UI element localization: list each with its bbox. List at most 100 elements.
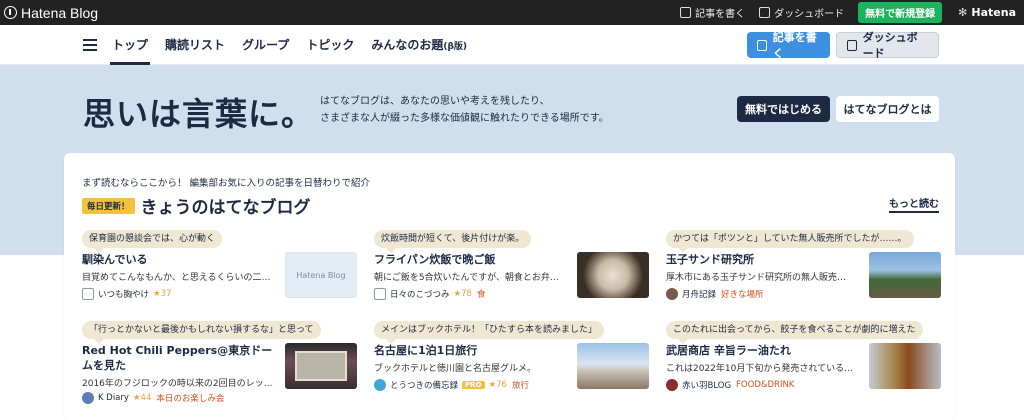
entry-meta: 月舟記録 好きな場所: [666, 288, 764, 300]
tab-themes-beta: (β版): [443, 42, 468, 52]
hatena-link[interactable]: ✻ Hatena: [958, 6, 1016, 19]
tab-subscriptions[interactable]: 購読リスト: [165, 25, 225, 65]
avatar: [374, 379, 386, 391]
tab-topics[interactable]: トピック: [306, 25, 354, 65]
sparkle-icon: ✻: [958, 6, 968, 19]
entry-desc: ブックホテルと徳川園と名古屋グルメ。: [374, 364, 537, 374]
entry-title[interactable]: Red Hot Chili Peppers@東京ドームを見た: [82, 343, 278, 373]
write-article-button[interactable]: 記事を書く: [747, 31, 830, 60]
tab-groups[interactable]: グループ: [242, 25, 289, 65]
entry-thumbnail[interactable]: [285, 343, 357, 389]
tab-themes-label: みんなのお題: [371, 38, 444, 52]
entry-thumbnail[interactable]: [577, 343, 649, 389]
avatar: [666, 288, 678, 300]
topbar-dashboard-link[interactable]: ダッシュボード: [759, 5, 844, 20]
about-button[interactable]: はてなブログとは: [836, 96, 939, 122]
entry-title[interactable]: 玉子サンド研究所: [666, 252, 862, 267]
blog-name[interactable]: 日々のこづつみ: [390, 288, 450, 300]
entry-card[interactable]: このたれに出会ってから、餃子を食べることが劇的に増えた 武居商店 辛旨ラー油たれ…: [666, 321, 941, 407]
entry-thumbnail[interactable]: [869, 252, 941, 298]
blog-name[interactable]: いつも胸やけ: [98, 288, 149, 300]
entry-card[interactable]: 炊飯時間が短くて、後片付けが楽。 フライパン炊飯で晩ご飯 朝にご飯を5合炊いたん…: [374, 230, 649, 316]
featured-heading: きょうのはてなブログ: [140, 198, 311, 218]
entry-desc: これは2022年10月下旬から発売されている…: [666, 364, 854, 374]
main-nav: トップ 購読リスト グループ トピック みんなのお題(β版) 記事を書く ダッシ…: [0, 25, 1024, 65]
entry-thumbnail[interactable]: Hatena Blog: [285, 252, 357, 298]
entry-meta: 日々のこづつみ ★78 食: [374, 288, 485, 300]
thumbnail-label: Hatena Blog: [296, 270, 346, 280]
entry-thumbnail[interactable]: [869, 343, 941, 389]
avatar: [82, 392, 94, 404]
tab-top[interactable]: トップ: [109, 25, 151, 65]
blog-name[interactable]: K Diary: [98, 393, 129, 403]
hero-desc-line1: はてなブログは、あなたの思いや考えを残したり、: [320, 96, 550, 107]
category-label[interactable]: 食: [477, 288, 486, 300]
dashboard-icon: [759, 7, 771, 18]
entry-title[interactable]: 馴染んでいる: [82, 252, 278, 267]
entry-card[interactable]: 保育園の懇談会では、心が動く 馴染んでいる 目覚めてこんなもんか、と思えるくらい…: [82, 230, 357, 316]
category-label[interactable]: 旅行: [512, 379, 529, 391]
category-label[interactable]: 好きな場所: [721, 288, 764, 300]
entry-meta: とうつきの備忘録 PRO ★76 旅行: [374, 379, 529, 391]
tab-themes[interactable]: みんなのお題(β版): [371, 25, 467, 65]
dashboard-button[interactable]: ダッシュボード: [836, 31, 939, 60]
menu-icon[interactable]: [83, 39, 97, 51]
entry-comment: 炊飯時間が短くて、後片付けが楽。: [374, 230, 532, 253]
read-more-link[interactable]: もっと読む: [889, 195, 939, 213]
star-count: ★76: [488, 380, 507, 390]
entry-comment: 「行っとかないと最後かもしれない損するな」と思って: [82, 321, 321, 344]
star-count: ★37: [153, 289, 172, 299]
hatena-label: Hatena: [971, 6, 1016, 19]
hatena-blog-logo[interactable]: Hatena Blog: [4, 5, 98, 21]
entry-comment: かつては「ポツンと」していた無人販売所でしたが……。: [666, 230, 914, 253]
featured-intro: まず読むならここから！ 編集部お気に入りの記事を日替わりで紹介: [82, 178, 371, 189]
topbar-write-label: 記事を書く: [695, 9, 746, 20]
pro-badge: PRO: [462, 381, 485, 389]
tab-subscriptions-label: 購読リスト: [165, 38, 226, 52]
tab-top-label: トップ: [112, 38, 149, 52]
top-bar: Hatena Blog 記事を書く ダッシュボード 無料で新規登録 ✻ Hate…: [0, 0, 1024, 25]
topbar-write-link[interactable]: 記事を書く: [680, 5, 745, 20]
featured-card: まず読むならここから！ 編集部お気に入りの記事を日替わりで紹介 毎日更新！ きょ…: [64, 153, 955, 420]
dashboard-label: ダッシュボード: [862, 31, 918, 60]
write-article-label: 記事を書く: [772, 31, 817, 60]
blog-name[interactable]: とうつきの備忘録: [390, 379, 458, 391]
avatar: [666, 379, 678, 391]
entry-card[interactable]: かつては「ポツンと」していた無人販売所でしたが……。 玉子サンド研究所 厚木市に…: [666, 230, 941, 316]
start-free-button[interactable]: 無料ではじめる: [737, 96, 830, 122]
pencil-icon: [757, 39, 767, 51]
category-label[interactable]: FOOD&DRINK: [736, 380, 794, 390]
blog-name[interactable]: 月舟記録: [682, 288, 716, 300]
logo-text: Hatena Blog: [21, 4, 99, 21]
blog-icon: [82, 288, 94, 300]
category-label[interactable]: 本日のお楽しみ会: [156, 392, 224, 404]
daily-badge: 毎日更新！: [82, 197, 135, 214]
entry-title[interactable]: 名古屋に1泊1日旅行: [374, 343, 570, 358]
entry-desc: 目覚めてこんなもんか、と思えるくらいの二…: [82, 273, 271, 283]
blog-icon: [374, 288, 386, 300]
entry-card[interactable]: メインはブックホテル！「ひたすら本を読みました」 名古屋に1泊1日旅行 ブックホ…: [374, 321, 649, 407]
entry-card[interactable]: 「行っとかないと最後かもしれない損するな」と思って Red Hot Chili …: [82, 321, 357, 407]
entry-desc: 2016年のフジロックの時以来の2回目のレッ…: [82, 379, 273, 389]
entry-title[interactable]: 武居商店 辛旨ラー油たれ: [666, 343, 862, 358]
hatena-logo-icon: [4, 6, 17, 19]
tab-topics-label: トピック: [306, 38, 355, 52]
entry-desc: 朝にご飯を5合炊いたんですが、朝食とお弁…: [374, 273, 559, 283]
entry-meta: 赤い羽BLOG FOOD&DRINK: [666, 379, 794, 391]
hero-desc-line2: さまざまな人が綴った多様な価値観に触れたりできる場所です。: [320, 113, 609, 124]
topbar-dashboard-label: ダッシュボード: [774, 9, 845, 20]
register-button[interactable]: 無料で新規登録: [858, 2, 943, 23]
pencil-icon: [680, 7, 692, 18]
entry-title[interactable]: フライパン炊飯で晩ご飯: [374, 252, 570, 267]
entry-thumbnail[interactable]: [577, 252, 649, 298]
hero-title: 思いは言葉に。: [83, 95, 315, 133]
star-count: ★44: [132, 393, 152, 403]
entry-comment: 保育園の懇談会では、心が動く: [82, 230, 223, 253]
entry-meta: K Diary ★44 本日のお楽しみ会: [82, 392, 224, 404]
tab-groups-label: グループ: [242, 38, 290, 52]
hero-description: はてなブログは、あなたの思いや考えを残したり、 さまざまな人が綴った多様な価値観…: [320, 93, 650, 127]
blog-name[interactable]: 赤い羽BLOG: [682, 379, 731, 391]
dashboard-icon: [847, 39, 857, 51]
entry-comment: このたれに出会ってから、餃子を食べることが劇的に増えた: [666, 321, 923, 344]
entry-desc: 厚木市にある玉子サンド研究所の無人販売…: [666, 273, 847, 283]
